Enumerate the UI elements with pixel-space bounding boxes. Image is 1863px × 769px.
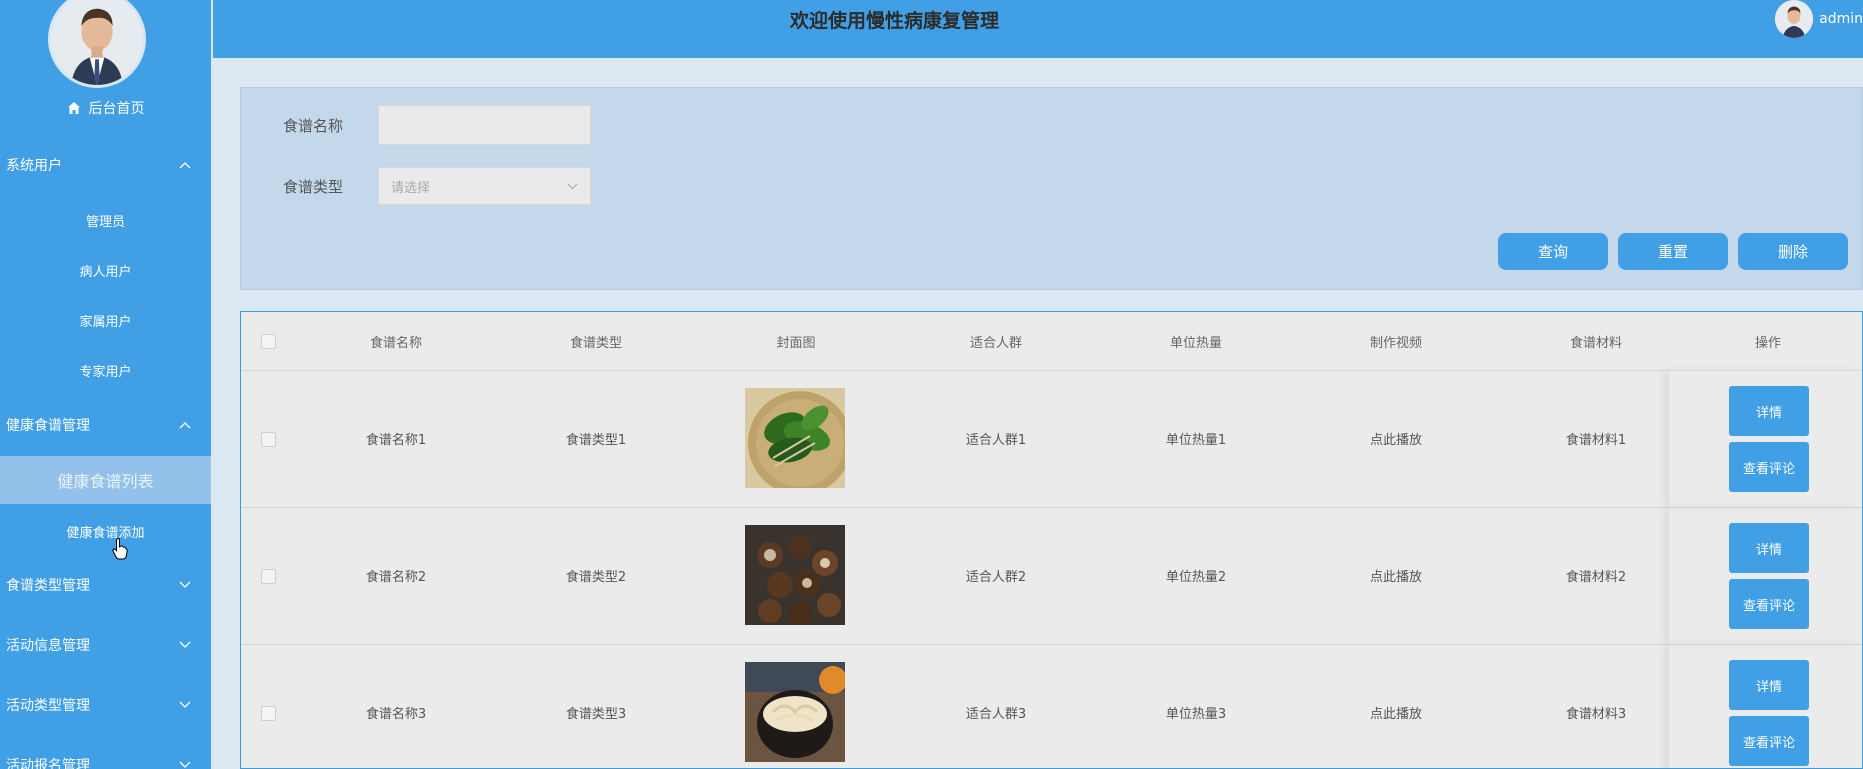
row-checkbox[interactable] [261,432,276,447]
hand-cursor-icon [112,538,128,564]
cell-suitable-crowd: 适合人群1 [965,433,1027,448]
sidebar: 后台首页 系统用户 管理员 病人用户 家属用户 专家用户 健康食谱管理 健康食谱… [0,0,211,769]
cell-materials: 食谱材料3 [1565,707,1627,722]
delete-button[interactable]: 删除 [1738,233,1848,270]
view-comments-button[interactable]: 查看评论 [1729,579,1809,629]
row-actions: 详情 查看评论 [1669,370,1862,507]
user-avatar [1775,0,1814,38]
cell-calorie: 单位热量1 [1165,433,1227,448]
spinach-cover-image [745,388,845,488]
row-checkbox[interactable] [261,706,276,721]
sidebar-item-experts[interactable]: 专家用户 [0,352,211,388]
page-title: 欢迎使用慢性病康复管理 [790,10,1000,32]
recipe-name-input[interactable] [378,105,591,145]
play-video-link[interactable]: 点此播放 [1370,644,1422,768]
query-button[interactable]: 查询 [1498,233,1608,270]
cell-materials: 食谱材料2 [1565,570,1627,585]
mushroom-cover-image [745,525,845,625]
sidebar-group-registrations[interactable]: 活动报名管理 [0,750,211,769]
user-menu[interactable]: admin [1775,0,1863,38]
column-header: 食谱类型 [569,335,623,351]
chevron-down-icon [179,701,191,709]
play-video-link[interactable]: 点此播放 [1370,507,1422,644]
cell-materials: 食谱材料1 [1565,433,1627,448]
sidebar-group-system-users[interactable]: 系统用户 [0,150,211,180]
recipe-type-placeholder: 请选择 [391,180,431,196]
cell-recipe-name: 食谱名称3 [365,707,427,722]
cell-recipe-type: 食谱类型2 [565,570,627,585]
cell-suitable-crowd: 适合人群3 [965,707,1027,722]
table-row: 食谱名称1 食谱类型1 适合人群1 单位热量1 点此播放 食谱材料1 详情 查看… [241,370,1862,508]
username: admin [1819,11,1863,27]
chevron-down-icon [567,179,578,194]
view-comments-button[interactable]: 查看评论 [1729,716,1809,766]
bamboo-shoot-cover-image [745,662,845,762]
view-comments-button[interactable]: 查看评论 [1729,442,1809,492]
sidebar-group-label: 活动信息管理 [6,638,90,654]
sidebar-group-label: 食谱类型管理 [6,578,90,594]
column-header: 食谱材料 [1569,335,1623,351]
row-checkbox[interactable] [261,569,276,584]
sidebar-group-label: 活动类型管理 [6,698,90,714]
row-actions: 详情 查看评论 [1669,644,1862,768]
chevron-up-icon [179,421,191,429]
cell-recipe-name: 食谱名称1 [365,433,427,448]
play-video-link[interactable]: 点此播放 [1370,370,1422,507]
column-header: 封面图 [776,335,816,351]
sidebar-group-label: 活动报名管理 [6,758,90,769]
column-header: 操作 [1754,335,1782,351]
chevron-down-icon [179,581,191,589]
sidebar-group-label: 健康食谱管理 [6,418,90,434]
recipe-table: 食谱名称 食谱类型 封面图 适合人群 单位热量 制作视频 食谱材料 操作 食谱名… [240,311,1863,769]
chevron-up-icon [179,161,191,169]
table-row: 食谱名称3 食谱类型3 适合人群3 单位热量3 点此播放 食谱材料3 详情 查看… [241,644,1862,768]
home-icon [67,101,81,115]
recipe-type-label: 食谱类型 [283,178,344,196]
recipe-type-select[interactable]: 请选择 [378,167,591,205]
cell-recipe-type: 食谱类型1 [565,433,627,448]
column-header: 单位热量 [1169,335,1223,351]
detail-button[interactable]: 详情 [1729,523,1809,573]
top-header: 欢迎使用慢性病康复管理 admin [211,0,1863,58]
chevron-down-icon [179,641,191,649]
avatar [48,0,146,88]
sidebar-home-label: 后台首页 [88,101,145,117]
cell-suitable-crowd: 适合人群2 [965,570,1027,585]
avatar-photo-icon [1775,0,1814,38]
sidebar-item-recipe-add[interactable]: 健康食谱添加 [0,513,211,549]
column-header: 适合人群 [969,335,1023,351]
sidebar-group-activities[interactable]: 活动信息管理 [0,630,211,660]
cell-calorie: 单位热量3 [1165,707,1227,722]
sidebar-group-label: 系统用户 [6,158,62,174]
sidebar-group-recipe-types[interactable]: 食谱类型管理 [0,570,211,600]
search-panel: 食谱名称 食谱类型 请选择 查询 重置 删除 [240,87,1863,290]
column-header: 制作视频 [1369,335,1423,351]
reset-button[interactable]: 重置 [1618,233,1728,270]
select-all-checkbox[interactable] [261,334,276,349]
detail-button[interactable]: 详情 [1729,386,1809,436]
detail-button[interactable]: 详情 [1729,660,1809,710]
table-row: 食谱名称2 食谱类型2 适合人群2 单位热量2 点此播放 食谱材料2 详情 查看… [241,507,1862,645]
row-actions: 详情 查看评论 [1669,507,1862,644]
cell-recipe-name: 食谱名称2 [365,570,427,585]
chevron-down-icon [179,761,191,769]
column-header: 食谱名称 [369,335,423,351]
sidebar-item-admins[interactable]: 管理员 [0,202,211,238]
sidebar-group-recipes[interactable]: 健康食谱管理 [0,410,211,440]
sidebar-item-recipe-list[interactable]: 健康食谱列表 [0,456,211,504]
sidebar-item-patients[interactable]: 病人用户 [0,252,211,288]
recipe-name-label: 食谱名称 [283,117,344,135]
cell-calorie: 单位热量2 [1165,570,1227,585]
sidebar-item-family[interactable]: 家属用户 [0,302,211,338]
avatar-photo-icon [51,0,143,85]
table-header: 食谱名称 食谱类型 封面图 适合人群 单位热量 制作视频 食谱材料 操作 [241,312,1862,371]
sidebar-home-link[interactable]: 后台首页 [0,96,211,120]
cell-recipe-type: 食谱类型3 [565,707,627,722]
sidebar-group-activity-types[interactable]: 活动类型管理 [0,690,211,720]
